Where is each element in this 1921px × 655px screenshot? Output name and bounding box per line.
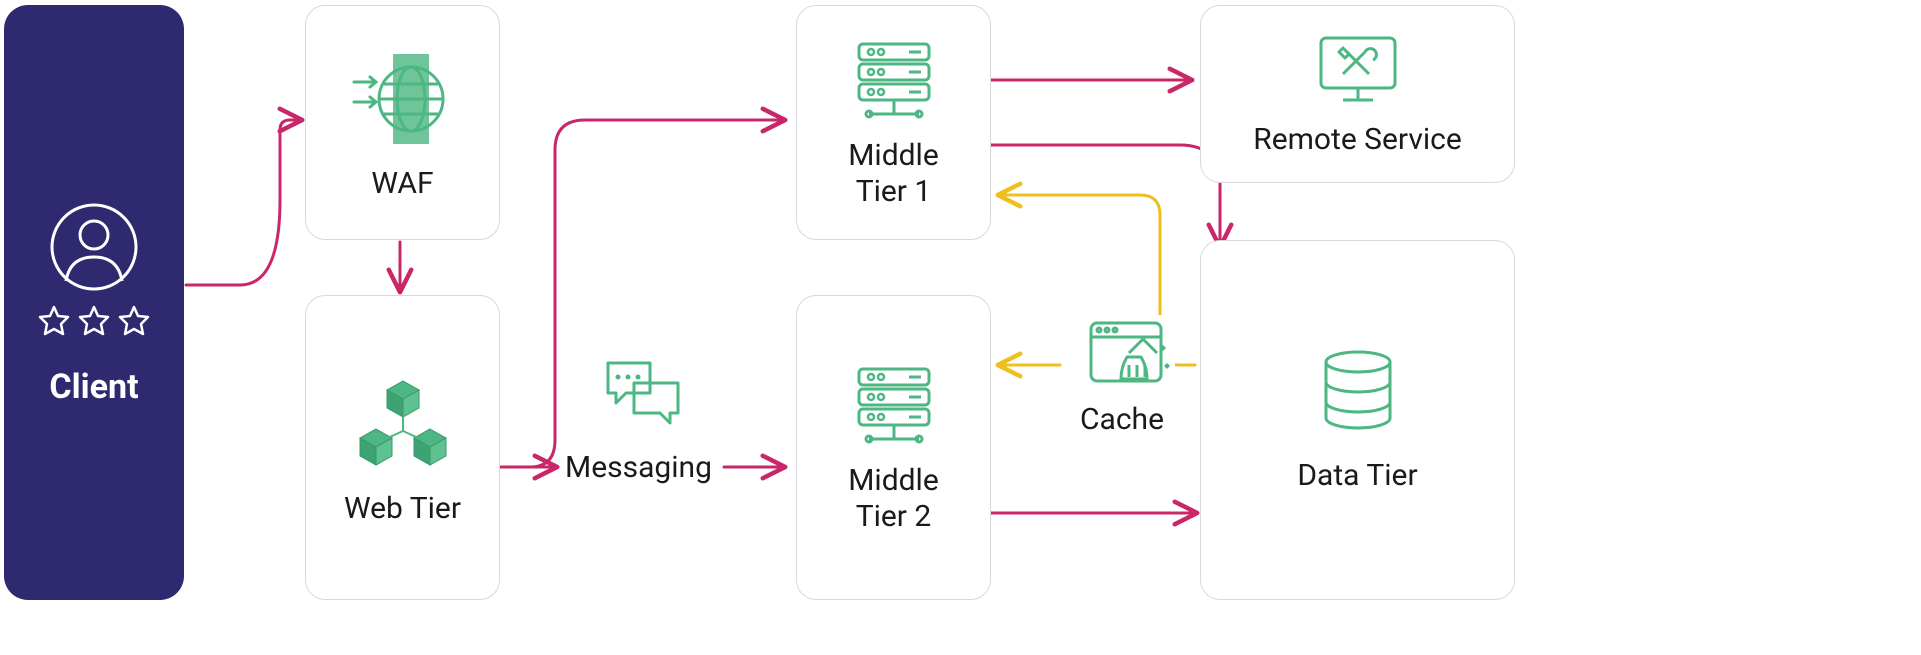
server-icon [849,36,939,126]
node-middle1: Middle Tier 1 [796,5,991,240]
architecture-diagram: Client WAF [0,0,1921,655]
messaging-label: Messaging [565,450,712,485]
node-client: Client [4,5,184,600]
chat-bubbles-icon [600,355,690,435]
user-stars-icon [34,197,154,347]
node-messaging [570,355,720,435]
node-cache [1065,315,1195,395]
edge-client-waf [186,120,300,285]
monitor-tools-icon [1313,30,1403,110]
database-icon [1313,346,1403,446]
middle2-label-l2: Tier 2 [856,499,932,534]
middle2-label: Middle Tier 2 [848,463,939,535]
edge-middle1-datatier [990,145,1220,245]
node-middle2: Middle Tier 2 [796,295,991,600]
middle1-label-l2: Tier 1 [856,174,932,209]
webtier-label: Web Tier [344,491,461,527]
middle1-label-l1: Middle [848,138,939,173]
node-waf: WAF [305,5,500,240]
middle1-label: Middle Tier 1 [848,138,939,210]
node-datatier: Data Tier [1200,240,1515,600]
datatier-label: Data Tier [1297,458,1417,494]
cubes-icon [348,369,458,479]
node-webtier: Web Tier [305,295,500,600]
node-remote: Remote Service [1200,5,1515,183]
cache-label: Cache [1080,402,1164,437]
broom-browser-icon [1085,315,1175,395]
remote-label: Remote Service [1253,122,1462,158]
waf-globe-icon [348,44,458,154]
server-icon [849,361,939,451]
middle2-label-l1: Middle [848,463,939,498]
waf-label: WAF [371,166,433,202]
client-label: Client [49,367,138,408]
